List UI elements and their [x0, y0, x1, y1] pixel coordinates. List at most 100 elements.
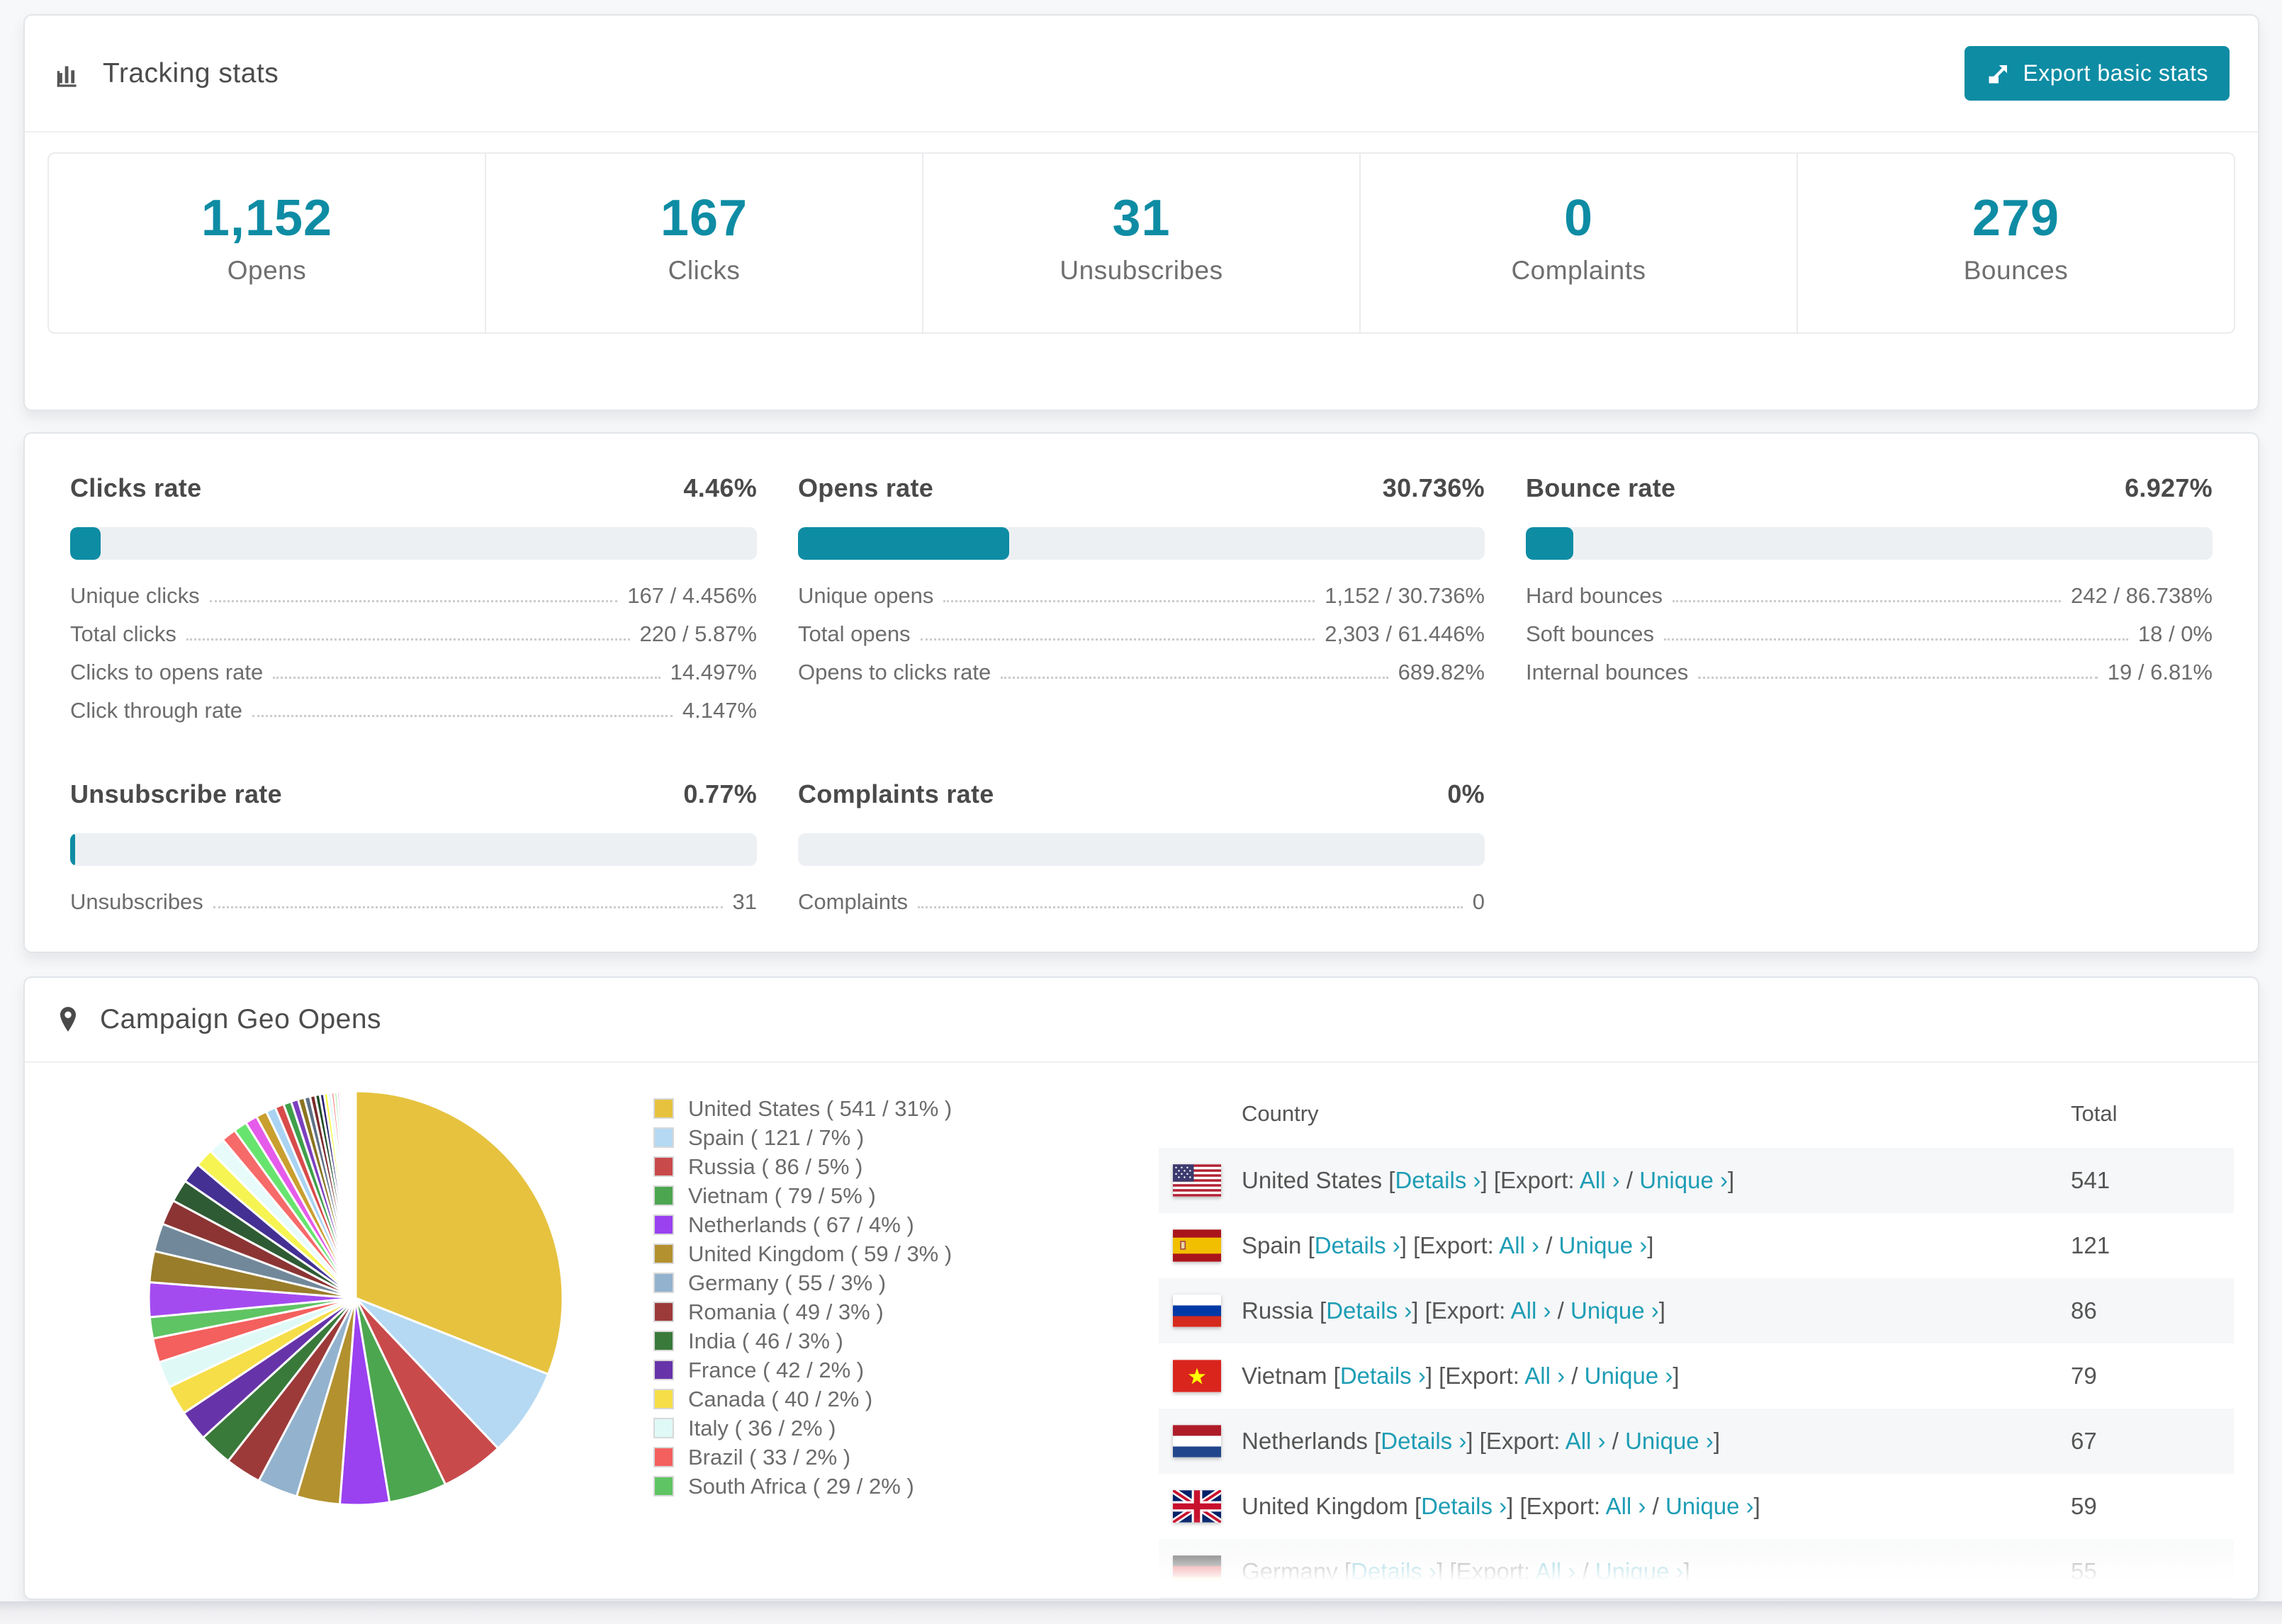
export-unique-link[interactable]: Unique ›	[1625, 1428, 1714, 1454]
rate-row: Unsubscribes 31	[70, 883, 757, 921]
table-row: Netherlands [Details ›] [Export: All › /…	[1159, 1409, 2234, 1474]
progress-bar-fill	[70, 527, 101, 560]
export-unique-link[interactable]: Unique ›	[1585, 1363, 1673, 1389]
details-link[interactable]: Details ›	[1351, 1558, 1437, 1584]
legend-item[interactable]: United States ( 541 / 31% )	[653, 1094, 952, 1123]
details-link[interactable]: Details ›	[1421, 1493, 1507, 1519]
details-link[interactable]: Details ›	[1315, 1232, 1400, 1258]
legend-item[interactable]: India ( 46 / 3% )	[653, 1326, 952, 1355]
table-row: Russia [Details ›] [Export: All › / Uniq…	[1159, 1278, 2234, 1343]
progress-bar-track	[70, 527, 757, 560]
legend-swatch	[653, 1185, 674, 1206]
details-link[interactable]: Details ›	[1326, 1297, 1412, 1324]
country-cell: United Kingdom [Details ›] [Export: All …	[1242, 1493, 2071, 1520]
rate-row-label: Hard bounces	[1526, 583, 1663, 608]
legend-swatch	[653, 1302, 674, 1322]
export-unique-link[interactable]: Unique ›	[1639, 1167, 1728, 1193]
details-link[interactable]: Details ›	[1395, 1167, 1480, 1193]
legend-swatch	[653, 1360, 674, 1380]
legend-item[interactable]: Russia ( 86 / 5% )	[653, 1152, 952, 1181]
bracket-close: ]	[1658, 1297, 1665, 1324]
dotted-leader	[1673, 600, 2062, 602]
legend-item[interactable]: Germany ( 55 / 3% )	[653, 1268, 952, 1297]
rate-row-label: Click through rate	[70, 698, 242, 723]
stat-label: Bounces	[1963, 256, 2069, 285]
bracket-close: ]	[1647, 1232, 1654, 1258]
legend-item[interactable]: South Africa ( 29 / 2% )	[653, 1472, 952, 1501]
legend-swatch	[653, 1389, 674, 1409]
rate-section-header: Complaints rate 0%	[798, 779, 1485, 809]
card-title-campaign-geo-opens: Campaign Geo Opens	[100, 1004, 382, 1034]
legend-swatch	[653, 1447, 674, 1467]
export-basic-stats-button[interactable]: Export basic stats	[1965, 46, 2230, 101]
stat-value: 0	[1563, 190, 1594, 247]
column-header-total: Total	[2071, 1101, 2118, 1126]
legend-item[interactable]: Spain ( 121 / 7% )	[653, 1123, 952, 1152]
flag-us-icon	[1173, 1164, 1221, 1197]
export-all-link[interactable]: All ›	[1535, 1558, 1575, 1584]
export-all-link[interactable]: All ›	[1511, 1297, 1551, 1324]
legend-label: Brazil ( 33 / 2% )	[688, 1444, 851, 1470]
rate-row-value: 18 / 0%	[2137, 621, 2213, 646]
rate-value: 4.46%	[683, 473, 757, 502]
rate-title: Clicks rate	[70, 473, 202, 502]
legend-item[interactable]: Canada ( 40 / 2% )	[653, 1385, 952, 1414]
legend-item[interactable]: Vietnam ( 79 / 5% )	[653, 1181, 952, 1210]
legend-item[interactable]: Romania ( 49 / 3% )	[653, 1297, 952, 1326]
rate-row-label: Unsubscribes	[70, 889, 203, 914]
campaign-geo-opens-card: Campaign Geo Opens United States ( 541 /…	[23, 976, 2259, 1600]
country-cell: Spain [Details ›] [Export: All › / Uniqu…	[1242, 1232, 2071, 1259]
legend-item[interactable]: Brazil ( 33 / 2% )	[653, 1443, 952, 1472]
table-row: Vietnam [Details ›] [Export: All › / Uni…	[1159, 1343, 2234, 1409]
stat-value: 31	[1112, 190, 1171, 247]
legend-swatch	[653, 1476, 674, 1496]
pie-slice[interactable]	[354, 1090, 357, 1299]
export-unique-link[interactable]: Unique ›	[1570, 1297, 1659, 1324]
export-unique-link[interactable]: Unique ›	[1595, 1558, 1684, 1584]
bracket-text: ] [Export:	[1437, 1558, 1536, 1584]
flag-gb-icon	[1173, 1490, 1221, 1523]
export-unique-link[interactable]: Unique ›	[1665, 1493, 1754, 1519]
dotted-leader	[1001, 677, 1388, 679]
rate-row: Total clicks 220 / 5.87%	[70, 615, 757, 653]
legend-label: Italy ( 36 / 2% )	[688, 1415, 836, 1440]
rate-row-value: 0	[1472, 889, 1485, 914]
table-row: United States [Details ›] [Export: All ›…	[1159, 1148, 2234, 1213]
country-cell: Russia [Details ›] [Export: All › / Uniq…	[1242, 1297, 2071, 1324]
total-cell: 67	[2071, 1428, 2097, 1454]
progress-bar-fill	[798, 527, 1009, 560]
rate-title: Bounce rate	[1526, 473, 1676, 502]
export-all-link[interactable]: All ›	[1566, 1428, 1606, 1454]
country-cell: Vietnam [Details ›] [Export: All › / Uni…	[1242, 1363, 2071, 1389]
total-cell: 55	[2071, 1558, 2097, 1584]
details-link[interactable]: Details ›	[1381, 1428, 1466, 1454]
stat-card: 1,152 Opens	[49, 154, 486, 332]
export-all-link[interactable]: All ›	[1580, 1167, 1620, 1193]
legend-item[interactable]: Netherlands ( 67 / 4% )	[653, 1210, 952, 1239]
bracket-text: ] [Export:	[1466, 1428, 1566, 1454]
rate-section-header: Bounce rate 6.927%	[1526, 473, 2213, 503]
dotted-leader	[1663, 638, 2128, 641]
legend-label: Spain ( 121 / 7% )	[688, 1124, 865, 1150]
rate-row: Unique opens 1,152 / 30.736%	[798, 577, 1485, 615]
progress-bar-fill	[1526, 527, 1574, 560]
legend-swatch	[653, 1331, 674, 1351]
export-all-link[interactable]: All ›	[1524, 1363, 1565, 1389]
country-name: Spain [	[1242, 1232, 1315, 1258]
progress-bar-track	[70, 833, 757, 866]
bar-chart-icon	[53, 57, 86, 90]
legend-label: Romania ( 49 / 3% )	[688, 1299, 884, 1324]
legend-item[interactable]: France ( 42 / 2% )	[653, 1355, 952, 1385]
legend-label: Vietnam ( 79 / 5% )	[688, 1183, 876, 1208]
legend-item[interactable]: Italy ( 36 / 2% )	[653, 1414, 952, 1443]
legend-label: Germany ( 55 / 3% )	[688, 1270, 887, 1295]
details-link[interactable]: Details ›	[1340, 1363, 1426, 1389]
dotted-leader	[186, 638, 630, 641]
export-all-link[interactable]: All ›	[1499, 1232, 1539, 1258]
export-unique-link[interactable]: Unique ›	[1559, 1232, 1648, 1258]
rate-row-value: 1,152 / 30.736%	[1325, 583, 1485, 608]
stat-card: 31 Unsubscribes	[923, 154, 1361, 332]
total-cell: 79	[2071, 1363, 2097, 1389]
legend-item[interactable]: United Kingdom ( 59 / 3% )	[653, 1239, 952, 1268]
export-all-link[interactable]: All ›	[1606, 1493, 1646, 1519]
